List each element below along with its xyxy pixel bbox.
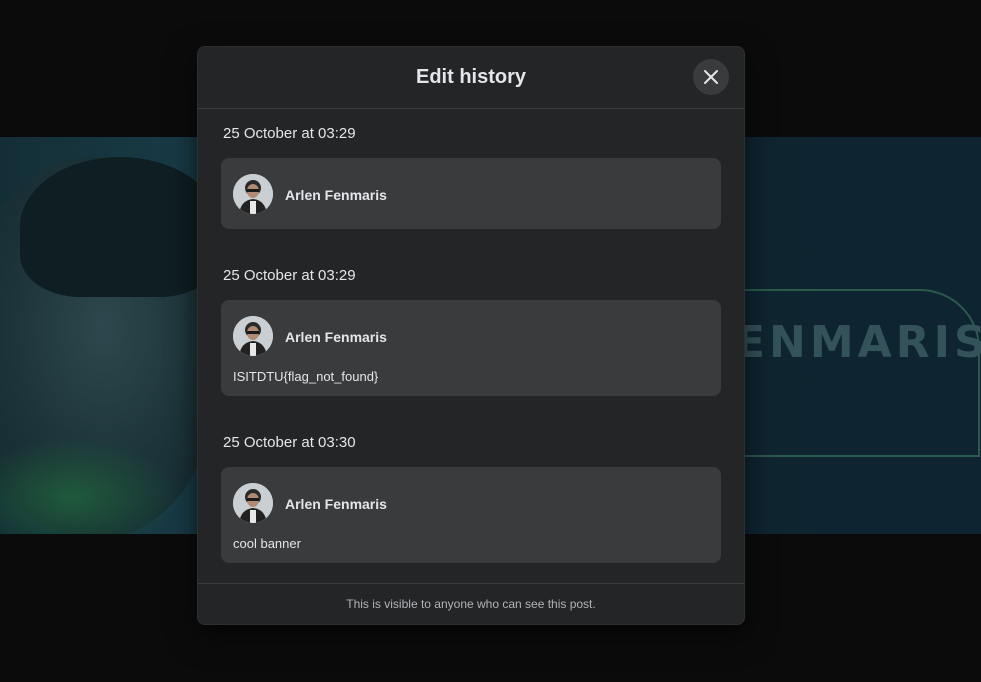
avatar[interactable] bbox=[233, 483, 273, 523]
close-button[interactable] bbox=[693, 59, 729, 95]
entry-card: Arlen Fenmaris bbox=[221, 158, 721, 229]
visibility-note: This is visible to anyone who can see th… bbox=[346, 597, 596, 611]
author-name[interactable]: Arlen Fenmaris bbox=[285, 329, 387, 345]
entry-date: 25 October at 03:29 bbox=[223, 125, 356, 142]
entry-card: Arlen Fenmaris ISITDTU{flag_not_found} bbox=[221, 300, 721, 396]
banner-glow bbox=[0, 437, 180, 534]
entry-card: Arlen Fenmaris cool banner bbox=[221, 467, 721, 563]
banner-text: ENMARIS bbox=[735, 317, 981, 368]
avatar[interactable] bbox=[233, 316, 273, 356]
dialog-footer: This is visible to anyone who can see th… bbox=[198, 583, 744, 624]
dialog-header: Edit history bbox=[198, 47, 744, 109]
close-icon bbox=[704, 70, 718, 84]
dialog-title: Edit history bbox=[415, 66, 526, 88]
author-name[interactable]: Arlen Fenmaris bbox=[285, 187, 387, 203]
banner-portrait-hair bbox=[20, 157, 220, 297]
avatar[interactable] bbox=[233, 174, 273, 214]
entry-date: 25 October at 03:29 bbox=[223, 267, 356, 284]
entry-message: ISITDTU{flag_not_found} bbox=[233, 369, 379, 384]
edit-history-dialog: Edit history 25 October at 03:29 Arlen F… bbox=[197, 46, 745, 625]
entry-message: cool banner bbox=[233, 536, 301, 551]
author-name[interactable]: Arlen Fenmaris bbox=[285, 496, 387, 512]
entry-date: 25 October at 03:30 bbox=[223, 434, 356, 451]
